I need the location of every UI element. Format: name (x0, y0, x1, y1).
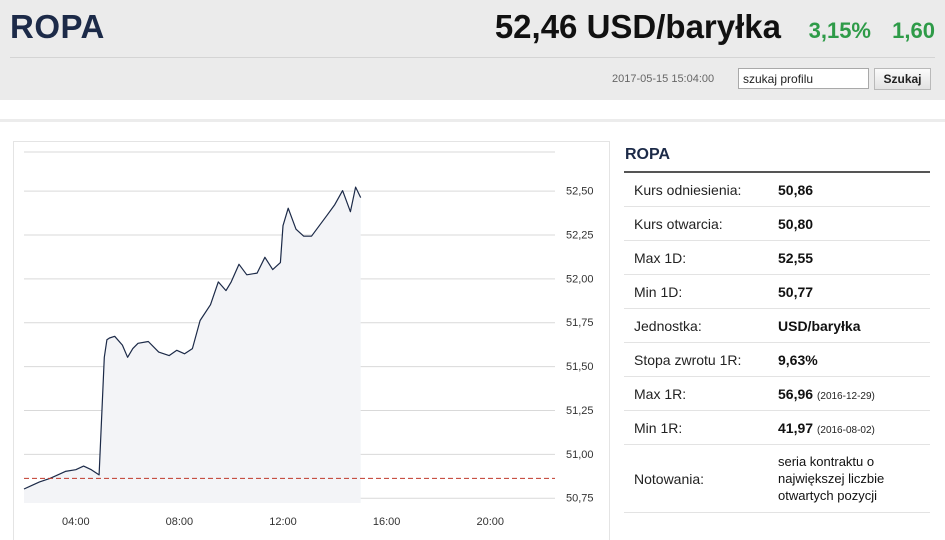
current-price: 52,46 USD/baryłka (494, 8, 781, 45)
info-label: Stopa zwrotu 1R: (634, 351, 742, 368)
info-row: Stopa zwrotu 1R: 9,63% (624, 343, 930, 377)
info-row: Kurs odniesienia: 50,86 (624, 173, 930, 207)
info-value-text: 50,77 (778, 283, 814, 300)
info-value-text: 50,80 (778, 215, 814, 232)
info-value-text: seria kontraktu o największej liczbie ot… (778, 454, 885, 503)
x-tick-label: 12:00 (269, 516, 297, 528)
info-value-text: USD/baryłka (778, 317, 861, 334)
info-label: Notowania: (634, 470, 705, 487)
info-value: 9,63% (778, 352, 930, 368)
y-tick-label: 51,00 (566, 449, 594, 461)
instrument-info-table: ROPA Kurs odniesienia: 50,86 Kurs otwarcia… (624, 140, 930, 513)
info-title: ROPA (624, 140, 930, 173)
info-value-text: 41,97 (778, 419, 814, 436)
info-value: 50,77 (778, 284, 930, 300)
change-absolute: 1,60 (892, 18, 935, 43)
info-label: Kurs odniesienia: (634, 181, 742, 198)
info-value: seria kontraktu o największej liczbie ot… (778, 447, 930, 510)
info-label: Min 1R: (634, 419, 683, 436)
info-value: 50,86 (778, 182, 930, 198)
y-tick-label: 50,75 (566, 493, 594, 505)
info-row: Max 1D: 52,55 (624, 241, 930, 275)
quote-header: ROPA 52,46 USD/baryłka 3,15% 1,60 2017-0… (0, 0, 945, 100)
profile-search-input[interactable] (738, 68, 869, 89)
info-row: Notowania: seria kontraktu o największej … (624, 445, 930, 513)
info-value: 52,55 (778, 250, 930, 266)
info-value-date: (2016-12-29) (817, 390, 875, 402)
search-button[interactable]: Szukaj (874, 68, 931, 90)
info-value: 41,97 (2016-08-02) (778, 420, 930, 436)
info-value-text: 9,63% (778, 351, 818, 368)
info-label: Min 1D: (634, 283, 683, 300)
y-tick-label: 51,25 (566, 405, 594, 417)
header-divider (10, 57, 935, 58)
info-value: 56,96 (2016-12-29) (778, 386, 930, 402)
y-tick-label: 51,75 (566, 317, 594, 329)
x-tick-label: 08:00 (166, 516, 194, 528)
quote-timestamp: 2017-05-15 15:04:00 (612, 73, 715, 85)
info-value-text: 56,96 (778, 385, 814, 402)
info-label: Max 1R: (634, 385, 687, 402)
info-row: Min 1D: 50,77 (624, 275, 930, 309)
instrument-title: ROPA (10, 8, 105, 45)
info-label: Jednostka: (634, 317, 702, 334)
y-tick-label: 51,50 (566, 361, 594, 373)
info-label: Kurs otwarcia: (634, 215, 723, 232)
info-value: 50,80 (778, 216, 930, 232)
y-tick-label: 52,25 (566, 229, 594, 241)
info-row: Max 1R: 56,96 (2016-12-29) (624, 377, 930, 411)
change-percent: 3,15% (808, 18, 871, 43)
info-value-text: 52,55 (778, 249, 814, 266)
info-row: Min 1R: 41,97 (2016-08-02) (624, 411, 930, 445)
info-value-text: 50,86 (778, 181, 814, 198)
info-label: Max 1D: (634, 249, 687, 266)
price-chart-svg[interactable]: 52,50 52,25 52,00 51,75 51,50 51,25 51,00 50,75… (14, 142, 609, 540)
info-row: Kurs otwarcia: 50,80 (624, 207, 930, 241)
y-tick-label: 52,50 (566, 186, 594, 198)
info-value: USD/baryłka (778, 318, 930, 334)
y-tick-label: 52,00 (566, 273, 594, 285)
x-tick-label: 20:00 (476, 516, 504, 528)
x-tick-label: 16:00 (373, 516, 401, 528)
x-tick-label: 04:00 (62, 516, 90, 528)
info-row: Jednostka: USD/baryłka (624, 309, 930, 343)
info-value-date: (2016-08-02) (817, 424, 875, 436)
price-chart[interactable]: 52,50 52,25 52,00 51,75 51,50 51,25 51,00 50,75… (13, 141, 610, 540)
